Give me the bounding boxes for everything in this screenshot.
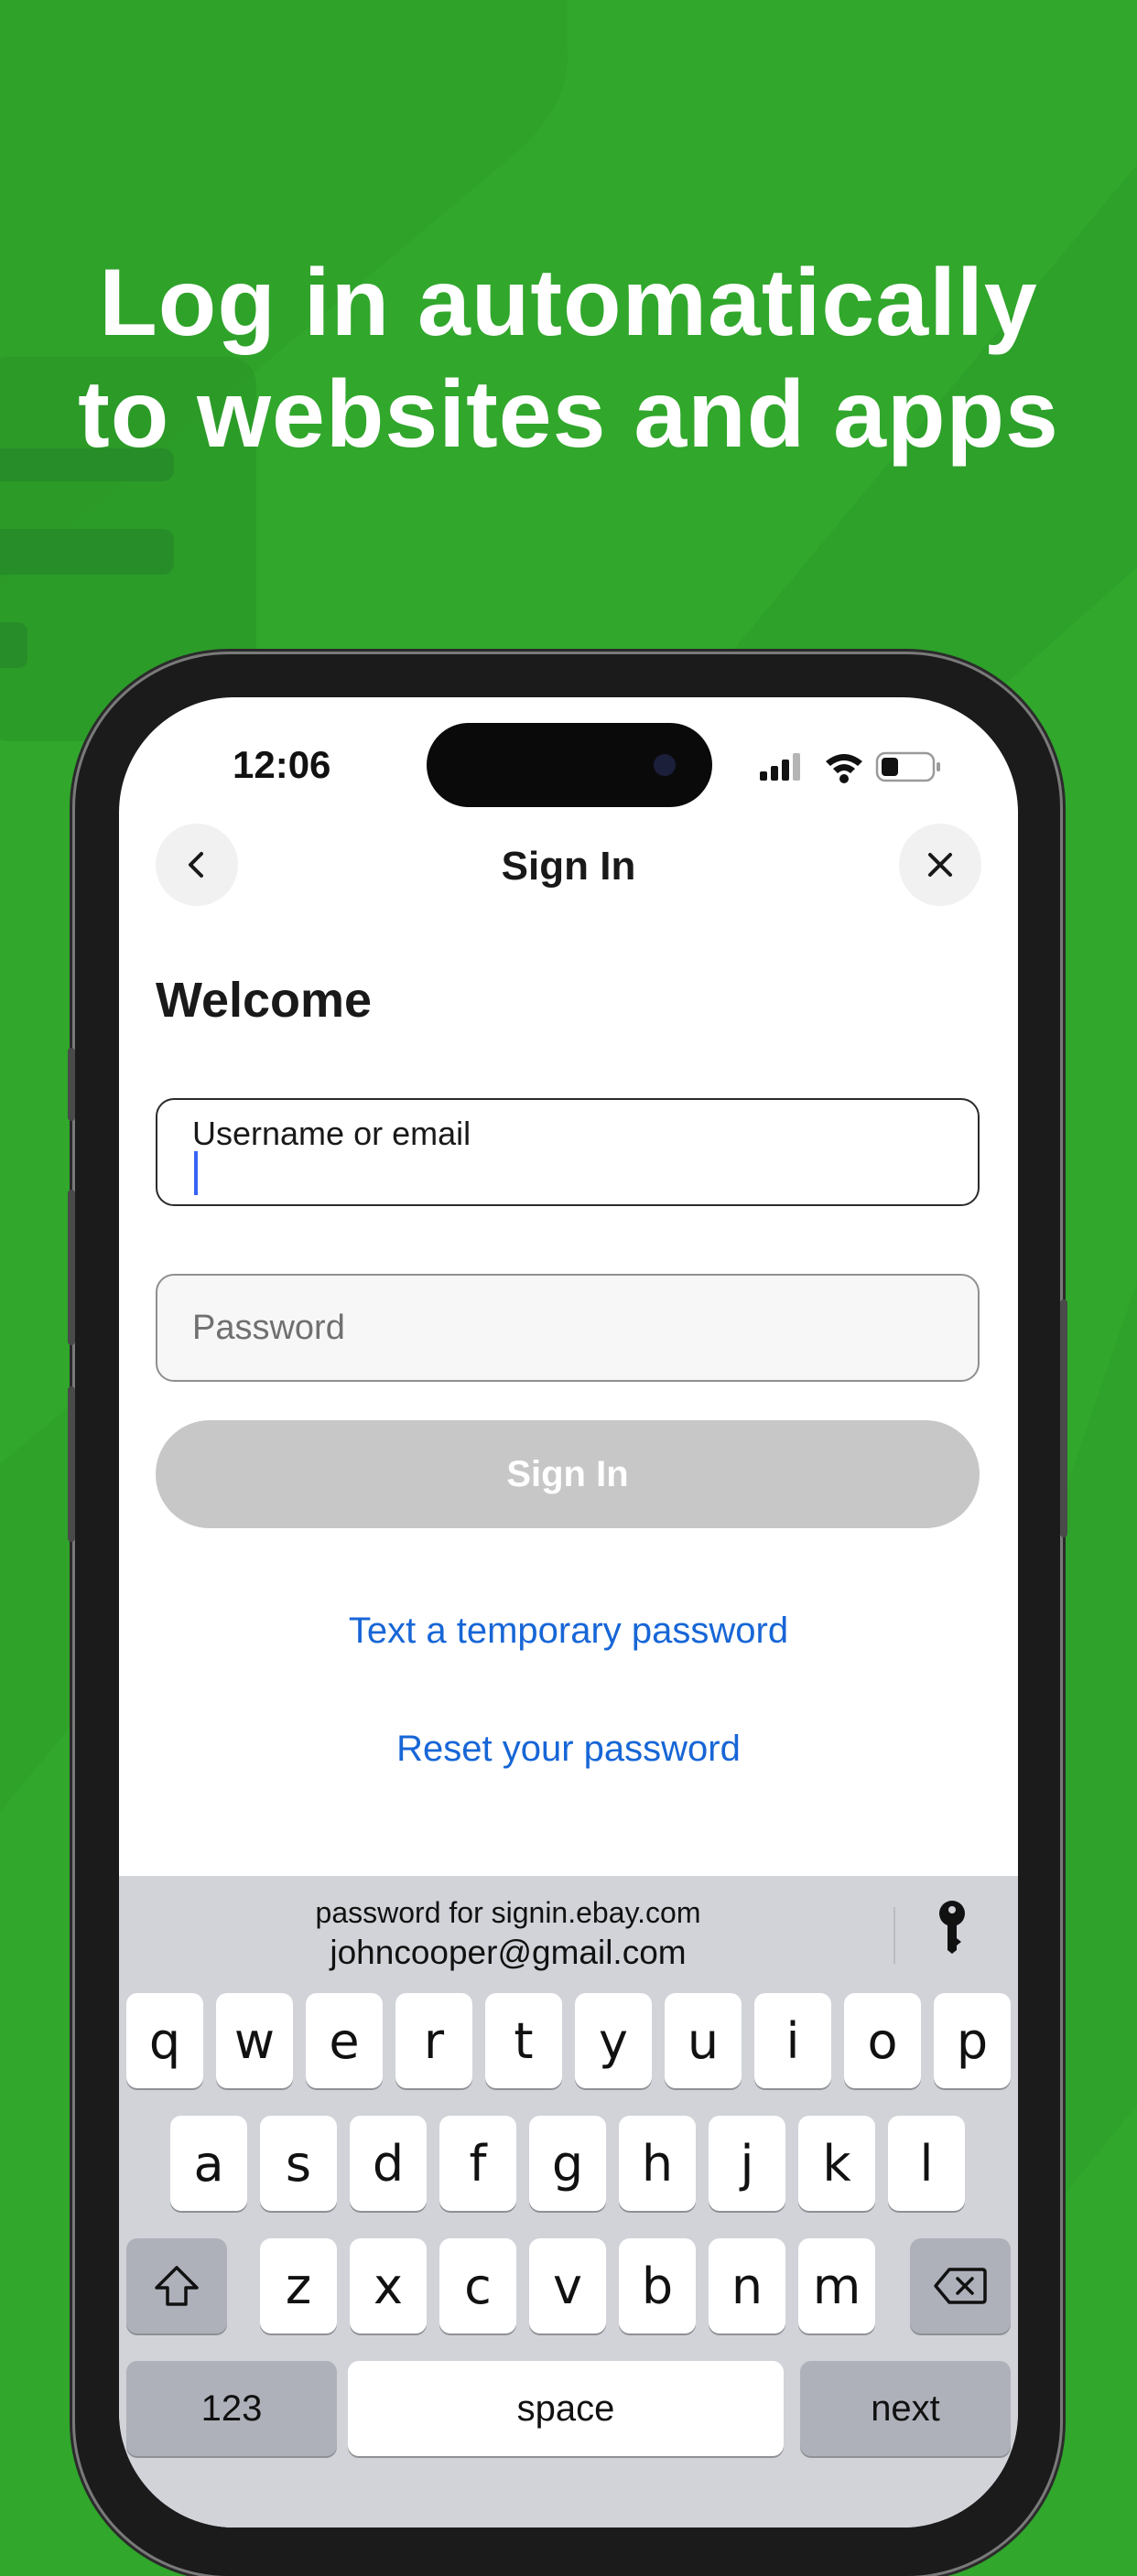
key-k[interactable]: k [798,2116,875,2211]
key-e[interactable]: e [306,1993,383,2088]
numbers-key[interactable]: 123 [126,2361,337,2456]
phone-action-button [68,1048,75,1121]
front-camera [654,754,676,776]
headline-line-1: Log in automatically [99,250,1038,356]
key-h[interactable]: h [619,2116,696,2211]
signal-icon [760,753,800,781]
username-field[interactable]: Username or email [156,1098,980,1206]
shift-icon [155,2266,199,2306]
status-time: 12:06 [233,743,331,786]
key-a[interactable]: a [170,2116,247,2211]
key-b[interactable]: b [619,2238,696,2333]
key-l[interactable]: l [888,2116,965,2211]
shift-key[interactable] [126,2238,227,2333]
reset-password-link[interactable]: Reset your password [119,1729,1018,1770]
wifi-icon [826,754,862,783]
suggestion-subtitle: password for signin.ebay.com [315,1896,701,1929]
status-icons [760,751,940,783]
phone-power-button [1060,1299,1067,1537]
key-j[interactable]: j [709,2116,785,2211]
space-key[interactable]: space [348,2361,784,2456]
next-key[interactable]: next [800,2361,1011,2456]
key-c[interactable]: c [439,2238,516,2333]
key-u[interactable]: u [665,1993,742,2088]
delete-key[interactable] [910,2238,1011,2333]
key-r[interactable]: r [395,1993,472,2088]
delete-icon [934,2268,987,2304]
key-n[interactable]: n [709,2238,785,2333]
page-title: Sign In [501,844,636,889]
key-y[interactable]: y [575,1993,652,2088]
keyboard: password for signin.ebay.com johncooper@… [119,1876,1018,2527]
headline: Log in automatically to websites and app… [0,247,1137,470]
suggestion-account: johncooper@gmail.com [330,1934,687,1971]
phone-screen: 12:06 Sign In Welcome Username or email … [119,697,1018,2527]
key-v[interactable]: v [529,2238,606,2333]
username-label: Username or email [192,1115,471,1152]
welcome-heading: Welcome [156,973,373,1028]
key-d[interactable]: d [350,2116,427,2211]
password-placeholder: Password [192,1309,345,1347]
key-q[interactable]: q [126,1993,203,2088]
key-z[interactable]: z [260,2238,337,2333]
text-temporary-password-link[interactable]: Text a temporary password [119,1611,1018,1652]
dynamic-island [427,723,712,807]
key-s[interactable]: s [260,2116,337,2211]
key-g[interactable]: g [529,2116,606,2211]
key-t[interactable]: t [485,1993,562,2088]
battery-icon [875,751,940,782]
password-field[interactable]: Password [156,1274,980,1382]
key-m[interactable]: m [798,2238,875,2333]
key-o[interactable]: o [844,1993,921,2088]
passwords-button[interactable] [934,1900,970,1959]
key-f[interactable]: f [439,2116,516,2211]
close-icon [928,853,952,877]
suggestion-divider [893,1907,895,1964]
password-suggestion[interactable]: password for signin.ebay.com johncooper@… [119,1896,897,1972]
key-i[interactable]: i [754,1993,831,2088]
close-button[interactable] [899,824,981,906]
phone-volume-down-button [68,1386,75,1542]
phone-volume-up-button [68,1190,75,1345]
headline-line-2: to websites and apps [78,361,1059,468]
text-caret [194,1151,198,1195]
key-w[interactable]: w [216,1993,293,2088]
sign-in-button[interactable]: Sign In [156,1420,980,1528]
key-p[interactable]: p [934,1993,1011,2088]
key-icon [939,1901,965,1954]
key-x[interactable]: x [350,2238,427,2333]
